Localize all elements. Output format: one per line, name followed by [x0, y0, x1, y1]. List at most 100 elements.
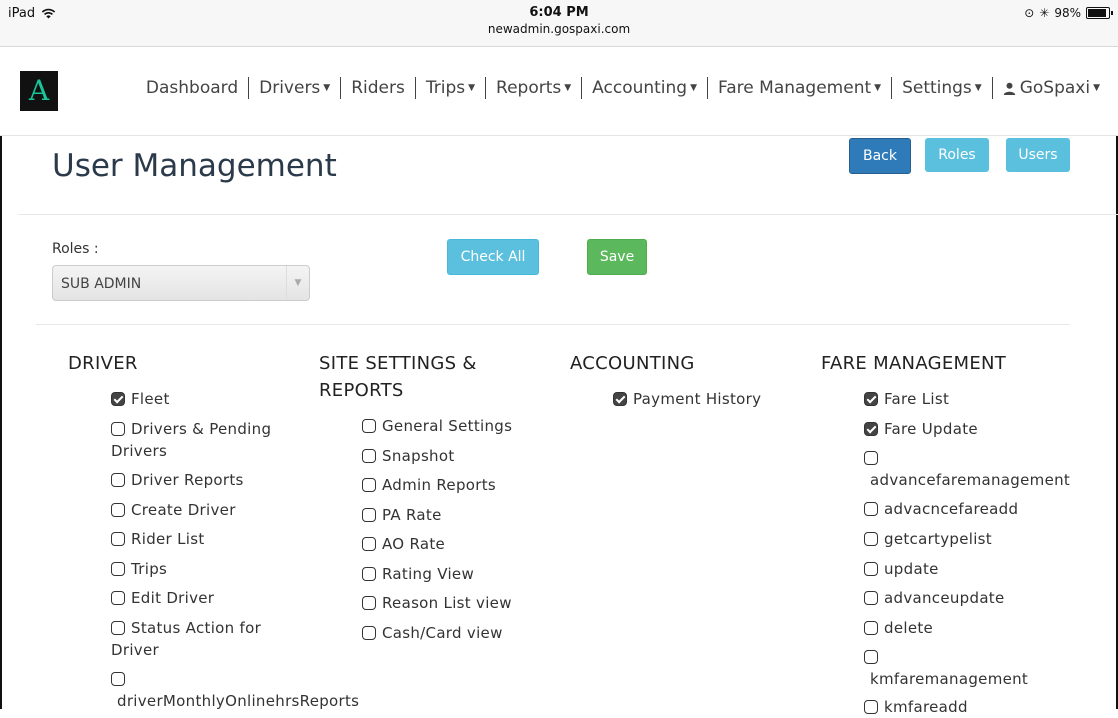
status-center: 6:04 PM newadmin.gospaxi.com: [0, 5, 1118, 36]
checkbox[interactable]: [111, 422, 125, 436]
perm-label: Admin Reports: [382, 476, 497, 494]
perm-label: Driver Reports: [131, 471, 244, 489]
perm-advanceupdate[interactable]: advanceupdate: [864, 587, 1005, 609]
checkbox[interactable]: [111, 532, 125, 546]
checkbox[interactable]: [362, 449, 376, 463]
perm-delete[interactable]: delete: [864, 617, 933, 639]
roles-select[interactable]: SUB ADMIN ▼: [52, 265, 310, 301]
checkbox[interactable]: [111, 562, 125, 576]
checkbox[interactable]: [864, 650, 878, 664]
perm-fleet[interactable]: Fleet: [111, 388, 170, 410]
perm-fare-list[interactable]: Fare List: [864, 388, 949, 410]
perm-ao-rate[interactable]: AO Rate: [362, 533, 445, 555]
checkbox[interactable]: [362, 537, 376, 551]
checkbox[interactable]: [864, 562, 878, 576]
caret-down-icon: ▼: [874, 83, 882, 93]
nav-label: Trips: [425, 78, 466, 98]
checkbox[interactable]: [362, 478, 376, 492]
perm-fare-update[interactable]: Fare Update: [864, 418, 978, 440]
checkbox[interactable]: [111, 503, 125, 517]
select-arrow-icon: ▼: [286, 266, 309, 300]
checkbox[interactable]: [864, 502, 878, 516]
nav-accounting[interactable]: Accounting ▼: [582, 78, 707, 98]
checkbox[interactable]: [111, 672, 125, 686]
checkbox[interactable]: [362, 419, 376, 433]
perm-admin-reports[interactable]: Admin Reports: [362, 474, 496, 496]
checkbox[interactable]: [864, 591, 878, 605]
checkbox[interactable]: [111, 473, 125, 487]
checkbox[interactable]: [864, 621, 878, 635]
nav-settings[interactable]: Settings ▼: [892, 78, 992, 98]
nav-user-menu[interactable]: GoSpaxi ▼: [993, 78, 1110, 98]
perm-label: Snapshot: [382, 447, 455, 465]
nav-label: Accounting: [592, 78, 688, 98]
nav-label: Settings: [902, 78, 972, 98]
caret-down-icon: ▼: [564, 83, 572, 93]
checkbox[interactable]: [864, 392, 878, 406]
roles-button[interactable]: Roles: [925, 138, 989, 172]
checkbox[interactable]: [362, 596, 376, 610]
checkbox[interactable]: [864, 700, 878, 714]
caret-down-icon: ▼: [974, 83, 982, 93]
perm-create-driver[interactable]: Create Driver: [111, 499, 236, 521]
nav-label: Reports: [496, 78, 562, 98]
nav-riders[interactable]: Riders: [341, 78, 415, 98]
users-button[interactable]: Users: [1006, 138, 1070, 172]
checkbox[interactable]: [864, 451, 878, 465]
divider: [36, 324, 1070, 325]
nav-reports[interactable]: Reports ▼: [486, 78, 581, 98]
brand-logo[interactable]: A: [20, 71, 58, 111]
check-all-button[interactable]: Check All: [447, 239, 539, 275]
perm-payment-history[interactable]: Payment History: [613, 388, 761, 410]
checkbox[interactable]: [864, 532, 878, 546]
main-nav: Dashboard Drivers ▼ Riders Trips ▼ Reports…: [136, 77, 1110, 99]
perm-label: delete: [884, 619, 934, 637]
perm-trips[interactable]: Trips: [111, 558, 167, 580]
perm-snapshot[interactable]: Snapshot: [362, 445, 455, 467]
perm-advancefaremanagement[interactable]: advancefaremanagement: [864, 447, 1070, 491]
perm-drivers-pending[interactable]: Drivers & Pending Drivers: [111, 418, 311, 462]
address-bar-url[interactable]: newadmin.gospaxi.com: [0, 22, 1118, 36]
checkbox[interactable]: [111, 621, 125, 635]
perm-general-settings[interactable]: General Settings: [362, 415, 512, 437]
perm-edit-driver[interactable]: Edit Driver: [111, 587, 214, 609]
caret-down-icon: ▼: [1093, 83, 1100, 93]
perm-getcartypelist[interactable]: getcartypelist: [864, 528, 992, 550]
checkbox[interactable]: [111, 392, 125, 406]
page-title: User Management: [52, 148, 337, 184]
perm-cash-card[interactable]: Cash/Card view: [362, 622, 503, 644]
perm-kmfaremanagement[interactable]: kmfaremanagement: [864, 646, 1028, 690]
perm-update[interactable]: update: [864, 558, 939, 580]
bluetooth-icon: ✳: [1039, 6, 1050, 20]
checkbox[interactable]: [111, 591, 125, 605]
perm-label: advanceupdate: [884, 589, 1005, 607]
checkbox[interactable]: [362, 626, 376, 640]
back-button[interactable]: Back: [849, 138, 911, 174]
nav-trips[interactable]: Trips ▼: [416, 78, 485, 98]
orientation-lock-icon: ⊙: [1024, 6, 1035, 20]
perm-reason-list[interactable]: Reason List view: [362, 592, 512, 614]
perm-status-action[interactable]: Status Action for Driver: [111, 617, 291, 661]
checkbox[interactable]: [362, 508, 376, 522]
perm-rating-view[interactable]: Rating View: [362, 563, 474, 585]
nav-drivers[interactable]: Drivers ▼: [249, 78, 340, 98]
divider: [18, 214, 1118, 215]
clock: 6:04 PM: [529, 5, 589, 20]
nav-dashboard[interactable]: Dashboard: [136, 78, 248, 98]
perm-driver-monthly[interactable]: driverMonthlyOnlinehrsReports: [111, 668, 359, 712]
checkbox[interactable]: [864, 422, 878, 436]
perm-advacncefareadd[interactable]: advacncefareadd: [864, 498, 1018, 520]
save-button[interactable]: Save: [587, 239, 647, 275]
perm-kmfareadd[interactable]: kmfareadd: [864, 696, 968, 718]
nav-label: Drivers: [259, 78, 321, 98]
caret-down-icon: ▼: [468, 83, 476, 93]
driver-heading: DRIVER: [68, 353, 138, 374]
perm-driver-reports[interactable]: Driver Reports: [111, 469, 244, 491]
nav-fare-management[interactable]: Fare Management ▼: [708, 78, 891, 98]
perm-pa-rate[interactable]: PA Rate: [362, 504, 442, 526]
perm-rider-list[interactable]: Rider List: [111, 528, 205, 550]
accounting-heading: ACCOUNTING: [570, 353, 695, 374]
checkbox[interactable]: [362, 567, 376, 581]
perm-label: Drivers & Pending Drivers: [111, 420, 272, 460]
checkbox[interactable]: [613, 392, 627, 406]
